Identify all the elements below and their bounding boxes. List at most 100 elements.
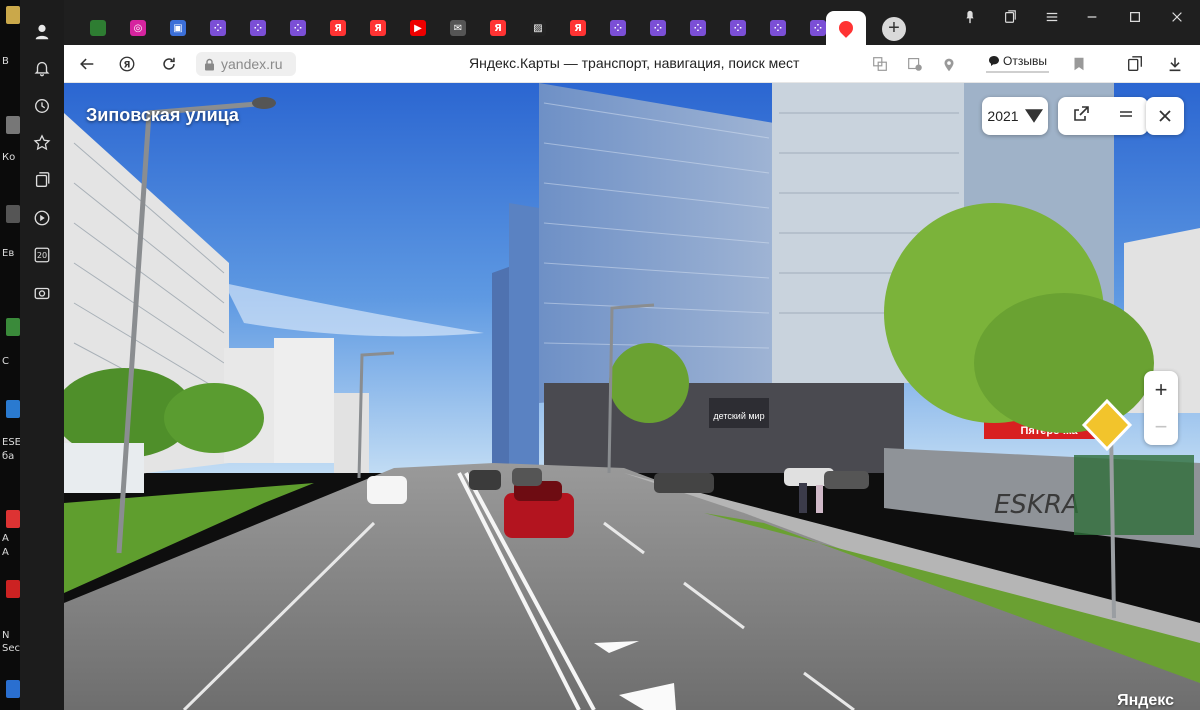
tab-strip: ◎ ▣ ⁘ ⁘ ⁘ Я Я ▶ ✉ Я ▨ Я ⁘ ⁘ ⁘ ⁘ ⁘ ⁘ + [64,0,1200,45]
tab[interactable]: ⁘ [604,14,632,42]
desktop-app-icon[interactable] [6,6,20,24]
protect-icon[interactable] [904,53,926,75]
desktop-app-icon[interactable] [6,400,20,418]
desktop-label: А [2,547,9,558]
desktop-app-icon[interactable] [6,510,20,528]
page-title: Яндекс.Карты — транспорт, навигация, пои… [469,55,800,71]
collections-button-icon[interactable] [1124,53,1146,75]
tab[interactable]: ▣ [164,14,192,42]
desktop-app-icon[interactable] [6,205,20,223]
reviews-label: Отзывы [1003,54,1047,68]
lamp-head [252,97,276,109]
maps-pin-favicon [836,18,856,38]
chevron-down-icon [1024,109,1043,123]
desktop-app-icon[interactable] [6,680,20,698]
panorama-scene[interactable]: детский мир Пятёрочка ESKRA [64,83,1200,710]
building-far [334,393,369,473]
yandex-favicon: Я [370,20,386,36]
tab[interactable]: ⁘ [204,14,232,42]
tab[interactable]: Я [484,14,512,42]
tab[interactable]: ▨ [524,14,552,42]
desktop-strip: В Ко Ев С ESE ба А А N Sec [0,0,20,710]
reload-icon[interactable] [158,53,180,75]
download-icon[interactable] [1164,53,1186,75]
pin-icon[interactable] [960,7,980,27]
desktop-app-icon[interactable] [6,318,20,336]
open-external-icon[interactable] [1072,105,1090,128]
tab[interactable] [84,14,112,42]
mask-favicon: ✉ [450,20,466,36]
tab[interactable]: ⁘ [764,14,792,42]
url-field[interactable]: yandex.ru [196,52,296,76]
tab[interactable]: ⁘ [284,14,312,42]
grid-favicon: ⁘ [650,20,666,36]
car [512,468,542,486]
year-select[interactable]: 2021 [982,97,1048,135]
street-panorama[interactable]: детский мир Пятёрочка ESKRA [64,83,1200,710]
collapse-icon[interactable] [1117,105,1135,128]
youtube-favicon: ▶ [410,20,426,36]
tab[interactable]: Я [564,14,592,42]
desktop-app-icon[interactable] [6,116,20,134]
screenshot-icon[interactable] [30,281,54,305]
parked-car [824,471,869,489]
menu-icon[interactable] [1042,7,1062,27]
back-icon[interactable] [76,53,98,75]
star-icon[interactable] [30,131,54,155]
yandex-logo-icon[interactable]: Я [116,53,138,75]
zoom-out-button[interactable]: − [1144,408,1178,445]
tab[interactable]: ⁘ [724,14,752,42]
tab[interactable]: ▶ [404,14,432,42]
bell-icon[interactable] [30,56,54,80]
reviews-button[interactable]: Отзывы [986,51,1049,73]
desktop-label: ба [2,451,15,462]
tab[interactable]: Я [364,14,392,42]
close-panorama-button[interactable] [1146,97,1184,135]
desktop-app-icon[interactable] [6,580,20,598]
grid-favicon: ⁘ [290,20,306,36]
bookmarks-icon[interactable] [1000,7,1020,27]
close-window-icon[interactable] [1167,7,1187,27]
tab-active[interactable] [826,11,866,45]
browser-sidepanel: 20 [20,0,64,710]
tab[interactable]: Я [324,14,352,42]
fence-green [1074,455,1194,535]
url-text: yandex.ru [221,56,283,72]
desktop-label: N [2,630,10,641]
profile-icon[interactable] [30,20,54,44]
zoom-control: + − [1144,371,1178,445]
grid-favicon: ⁘ [770,20,786,36]
zoom-in-button[interactable]: + [1144,371,1178,408]
new-tab-button[interactable]: + [882,17,906,41]
desktop-label: А [2,533,9,544]
bookmark-icon[interactable] [1068,53,1090,75]
store-sign: детский мир [713,411,764,421]
white-car [367,476,407,504]
grid-favicon: ⁘ [730,20,746,36]
tab[interactable]: ✉ [444,14,472,42]
lock-icon [205,58,214,70]
collections-icon[interactable] [30,168,54,192]
desktop-label: ESE [2,437,20,448]
tab[interactable]: ⁘ [684,14,712,42]
yandex-watermark: Яндекс [1117,692,1174,709]
history-icon[interactable] [30,94,54,118]
tab[interactable]: ⁘ [244,14,272,42]
minimize-icon[interactable] [1082,7,1102,27]
translate-icon[interactable] [869,53,891,75]
tree [609,343,689,423]
desktop-label: В [2,56,9,67]
year-value: 2021 [987,108,1019,124]
maximize-icon[interactable] [1125,7,1145,27]
location-icon[interactable] [938,53,960,75]
zen-icon[interactable]: 20 [30,243,54,267]
tab[interactable]: ⁘ [644,14,672,42]
grid-favicon: ⁘ [610,20,626,36]
yandex-favicon: Я [490,20,506,36]
tower [509,203,539,473]
play-icon[interactable] [30,206,54,230]
tab[interactable]: ◎ [124,14,152,42]
view-controls [1058,97,1148,135]
image-favicon [90,20,106,36]
car [469,470,501,490]
